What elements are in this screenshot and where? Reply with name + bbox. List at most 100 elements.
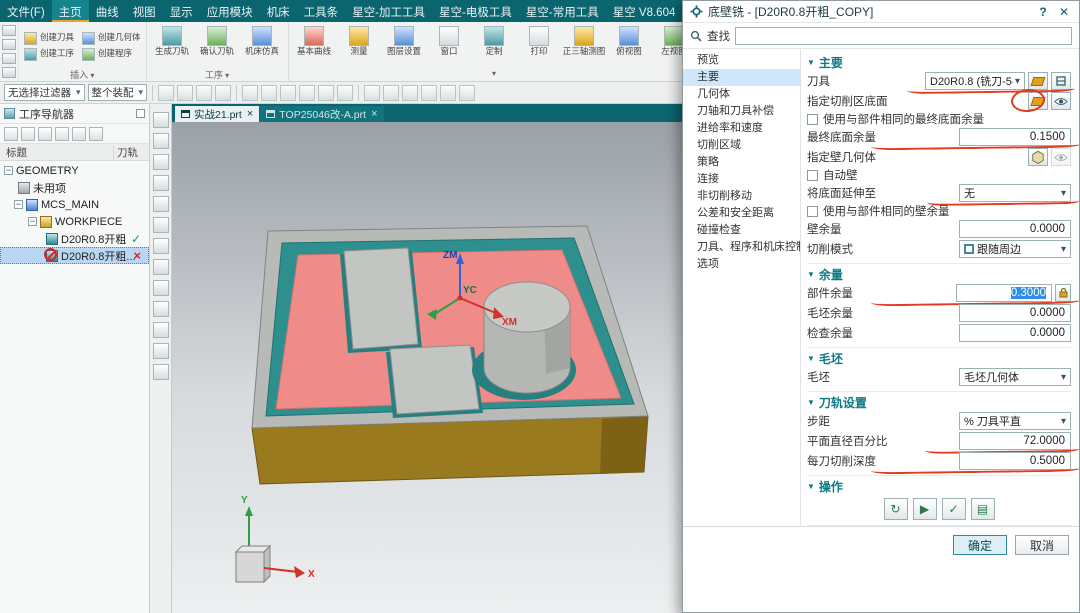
- navigator-tool-icon[interactable]: [89, 126, 103, 141]
- auto-wall-checkbox-row[interactable]: 自动壁: [807, 168, 1071, 182]
- viewport-tab-1[interactable]: 实战21.prt ×: [175, 106, 260, 122]
- dialog-nav-strategy[interactable]: 策略: [683, 154, 800, 171]
- section-main[interactable]: 主要: [807, 54, 1071, 70]
- viewport-canvas[interactable]: ZM XM YC Y X: [172, 122, 682, 613]
- stepover-dropdown[interactable]: % 刀具平直: [959, 412, 1071, 430]
- ribbon-mini-icon[interactable]: [2, 39, 16, 50]
- snap-point-icon[interactable]: [158, 84, 175, 101]
- stock-lock-button[interactable]: [1055, 284, 1071, 302]
- display-wall-button[interactable]: [1051, 148, 1071, 166]
- toolbar-icon[interactable]: [337, 84, 354, 101]
- toolbar-icon[interactable]: [318, 84, 335, 101]
- same-wall-stock-checkbox-row[interactable]: 使用与部件相同的壁余量: [807, 204, 1071, 218]
- percent-diameter-input[interactable]: 72.0000: [959, 432, 1071, 450]
- navigator-tool-icon[interactable]: [4, 126, 18, 141]
- menu-item-xk-version[interactable]: 星空 V8.604: [606, 0, 683, 22]
- resource-bar-icon[interactable]: [152, 301, 169, 317]
- ribbon-mini-icon[interactable]: [2, 67, 16, 78]
- create-program-button[interactable]: 创建程序: [80, 46, 143, 62]
- generate-toolpath-button[interactable]: 生成刀轨: [150, 24, 195, 68]
- menu-item-display[interactable]: 显示: [163, 0, 200, 22]
- resource-bar-icon[interactable]: [152, 112, 169, 128]
- ok-button[interactable]: 确定: [952, 535, 1007, 555]
- snap-midpoint-icon[interactable]: [196, 84, 213, 101]
- dialog-help-button[interactable]: ?: [1035, 5, 1051, 19]
- customize-button[interactable]: 定制: [472, 24, 517, 68]
- tree-row-operation-1[interactable]: D20R0.8开粗 ✓: [0, 230, 149, 247]
- toolbar-icon[interactable]: [459, 84, 476, 101]
- resource-bar-icon[interactable]: [152, 175, 169, 191]
- blank-stock-input[interactable]: 0.0000: [959, 304, 1071, 322]
- menu-item-curve[interactable]: 曲线: [89, 0, 126, 22]
- resource-bar-icon[interactable]: [152, 322, 169, 338]
- select-floor-face-button[interactable]: [1028, 92, 1048, 110]
- generate-action-button[interactable]: ↻: [883, 498, 908, 520]
- base-curve-button[interactable]: 基本曲线: [292, 24, 337, 68]
- expander-icon[interactable]: [4, 166, 13, 175]
- dialog-nav-feeds-speeds[interactable]: 进给率和速度: [683, 120, 800, 137]
- menu-item-application[interactable]: 应用模块: [200, 0, 260, 22]
- ribbon-group-operation-label[interactable]: 工序: [150, 68, 285, 81]
- extend-floor-dropdown[interactable]: 无: [959, 184, 1071, 202]
- resource-bar-ic on[interactable]: [152, 133, 169, 149]
- tab-close-icon[interactable]: ×: [247, 108, 253, 120]
- resource-bar-icon[interactable]: [152, 364, 169, 380]
- snap-endpoint-icon[interactable]: [177, 84, 194, 101]
- resource-bar-icon[interactable]: [152, 259, 169, 275]
- dialog-nav-tool-program[interactable]: 刀具、程序和机床控制: [683, 239, 800, 256]
- create-tool-button[interactable]: 创建刀具: [22, 30, 76, 46]
- dialog-nav-connection[interactable]: 连接: [683, 171, 800, 188]
- column-title[interactable]: 标题: [0, 145, 113, 160]
- resource-bar-icon[interactable]: [152, 238, 169, 254]
- resource-bar-icon[interactable]: [152, 196, 169, 212]
- checkbox[interactable]: [807, 113, 818, 125]
- menu-item-toolbars[interactable]: 工具条: [297, 0, 346, 22]
- display-floor-button[interactable]: [1051, 92, 1071, 110]
- selection-filter-combo[interactable]: 无选择过滤器: [4, 84, 85, 101]
- menu-item-home[interactable]: 主页: [51, 0, 89, 22]
- selection-scope-combo[interactable]: 整个装配: [87, 84, 148, 101]
- navigator-tool-icon[interactable]: [55, 126, 69, 141]
- same-final-floor-checkbox-row[interactable]: 使用与部件相同的最终底面余量: [807, 112, 1071, 126]
- tree-row-workpiece[interactable]: WORKPIECE: [0, 213, 149, 230]
- menu-item-xk-machining[interactable]: 星空-加工工具: [345, 0, 432, 22]
- dialog-nav-geometry[interactable]: 几何体: [683, 86, 800, 103]
- navigator-float-icon[interactable]: [136, 109, 145, 118]
- viewport-3d[interactable]: ZM XM YC Y X: [172, 122, 682, 613]
- viewport-tab-2[interactable]: TOP25046改-A.prt ×: [260, 106, 384, 122]
- blank-dropdown[interactable]: 毛坯几何体: [959, 368, 1071, 386]
- menu-item-view[interactable]: 视图: [126, 0, 163, 22]
- layer-settings-button[interactable]: 图层设置: [382, 24, 427, 68]
- isometric-view-button[interactable]: 正三轴测图: [562, 24, 607, 68]
- ribbon-mini-icon[interactable]: [2, 53, 16, 64]
- dialog-nav-non-cutting[interactable]: 非切削移动: [683, 188, 800, 205]
- create-geometry-button[interactable]: 创建几何体: [80, 30, 143, 46]
- window-button[interactable]: 窗口: [427, 24, 472, 68]
- resource-bar-icon[interactable]: [152, 217, 169, 233]
- select-wall-geometry-button[interactable]: [1028, 148, 1048, 166]
- top-view-button[interactable]: 俯视图: [607, 24, 652, 68]
- tool-dropdown[interactable]: D20R0.8 (铣刀-5-参数): [925, 72, 1025, 90]
- toolbar-icon[interactable]: [280, 84, 297, 101]
- checkbox[interactable]: [807, 169, 818, 181]
- toolbar-icon[interactable]: [261, 84, 278, 101]
- ribbon-group-insert-label[interactable]: 插入: [22, 68, 143, 81]
- ribbon-mini-icon[interactable]: [2, 25, 16, 36]
- toolbar-icon[interactable]: [242, 84, 259, 101]
- dialog-nav-preview[interactable]: 预览: [683, 52, 800, 69]
- menu-item-xk-common[interactable]: 星空-常用工具: [519, 0, 606, 22]
- resource-bar-icon[interactable]: [152, 154, 169, 170]
- tree-row-operation-2-selected[interactable]: D20R0.8开粗... ×: [0, 247, 149, 264]
- menu-item-xk-electrode[interactable]: 星空-电极工具: [432, 0, 519, 22]
- dialog-nav-tolerance[interactable]: 公差和安全距离: [683, 205, 800, 222]
- expander-icon[interactable]: [28, 217, 37, 226]
- edit-tool-button[interactable]: [1028, 72, 1048, 90]
- dialog-nav-tool-axis[interactable]: 刀轴和刀具补偿: [683, 103, 800, 120]
- dialog-nav-options[interactable]: 选项: [683, 256, 800, 273]
- list-action-button[interactable]: ▤: [970, 498, 995, 520]
- replay-action-button[interactable]: ▶: [912, 498, 937, 520]
- print-button[interactable]: 打印: [517, 24, 562, 68]
- navigator-tool-icon[interactable]: [72, 126, 86, 141]
- select-tool-button[interactable]: [1051, 72, 1071, 90]
- dialog-title-bar[interactable]: 底壁铣 - [D20R0.8开粗_COPY] ? ✕: [683, 1, 1079, 23]
